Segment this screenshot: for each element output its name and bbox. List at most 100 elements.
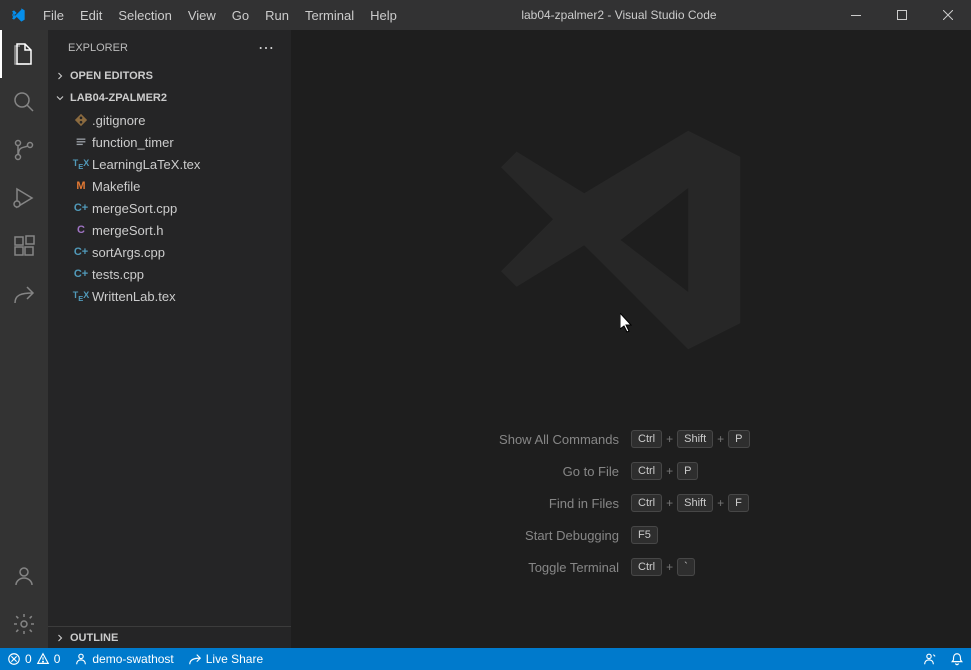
status-problems[interactable]: 0 0 [0,648,67,670]
keycap: Ctrl [631,558,662,576]
run-debug-tab[interactable] [0,174,48,222]
shortcut-row: Go to FileCtrl + P [291,462,971,480]
menu-go[interactable]: Go [224,0,257,30]
file-item[interactable]: C+sortArgs.cpp [48,241,291,263]
liveshare-tab[interactable] [0,270,48,318]
file-item[interactable]: CmergeSort.h [48,219,291,241]
explorer-tab[interactable] [0,30,48,78]
keycap: F [728,494,749,512]
accounts-tab[interactable] [0,552,48,600]
file-name: WrittenLab.tex [92,289,176,304]
menu-file[interactable]: File [35,0,72,30]
vscode-logo-icon [0,7,35,23]
file-name: LearningLaTeX.tex [92,157,200,172]
editor-area: Show All CommandsCtrl+Shift+PGo to FileC… [291,30,971,648]
titlebar: FileEditSelectionViewGoRunTerminalHelp l… [0,0,971,30]
shortcut-label: Show All Commands [321,432,631,447]
file-item[interactable]: TEXWrittenLab.tex [48,285,291,307]
menubar: FileEditSelectionViewGoRunTerminalHelp [35,0,405,30]
warnings-count: 0 [54,652,61,666]
file-type-icon: TEX [70,158,92,171]
statusbar: 0 0 demo-swathost Live Share [0,648,971,670]
menu-view[interactable]: View [180,0,224,30]
main-area: EXPLORER ⋯ OPEN EDITORS LAB04-ZPALMER2 .… [0,30,971,648]
section-label: OPEN EDITORS [70,70,153,82]
file-type-icon: C [70,224,92,236]
keycap: Ctrl [631,430,662,448]
keycap: Shift [677,494,713,512]
file-type-icon: C+ [70,246,92,258]
file-item[interactable]: MMakefile [48,175,291,197]
status-remote[interactable]: demo-swathost [67,648,180,670]
status-liveshare[interactable]: Live Share [181,648,270,670]
remote-label: demo-swathost [92,652,173,666]
file-item[interactable]: function_timer [48,131,291,153]
file-type-icon: M [70,180,92,192]
liveshare-label: Live Share [206,652,263,666]
plus-separator: + [666,560,673,574]
shortcut-keys: Ctrl+Shift+P [631,430,941,448]
menu-run[interactable]: Run [257,0,297,30]
window-title: lab04-zpalmer2 - Visual Studio Code [405,8,833,22]
menu-selection[interactable]: Selection [110,0,179,30]
menu-terminal[interactable]: Terminal [297,0,362,30]
keycap: ` [677,558,695,576]
maximize-button[interactable] [879,0,925,30]
plus-separator: + [717,496,724,510]
file-item[interactable]: TEXLearningLaTeX.tex [48,153,291,175]
window-controls [833,0,971,30]
file-name: Makefile [92,179,140,194]
file-type-icon: C+ [70,202,92,214]
menu-edit[interactable]: Edit [72,0,110,30]
keycap: P [677,462,698,480]
sidebar: EXPLORER ⋯ OPEN EDITORS LAB04-ZPALMER2 .… [48,30,291,648]
shortcut-row: Find in FilesCtrl+Shift+F [291,494,971,512]
file-item[interactable]: .gitignore [48,109,291,131]
shortcut-keys: F5 [631,526,941,544]
shortcut-keys: Ctrl + P [631,462,941,480]
chevron-right-icon [52,68,68,84]
file-item[interactable]: C+mergeSort.cpp [48,197,291,219]
search-tab[interactable] [0,78,48,126]
sidebar-title: EXPLORER [68,42,128,54]
shortcut-row: Show All CommandsCtrl+Shift+P [291,430,971,448]
file-tree: .gitignorefunction_timerTEXLearningLaTeX… [48,109,291,626]
shortcut-label: Start Debugging [321,528,631,543]
keycap: Shift [677,430,713,448]
shortcut-keys: Ctrl+Shift+F [631,494,941,512]
open-editors-section[interactable]: OPEN EDITORS [48,65,291,87]
file-item[interactable]: C+tests.cpp [48,263,291,285]
plus-separator: + [717,432,724,446]
file-name: sortArgs.cpp [92,245,165,260]
plus-separator: + [666,464,673,478]
minimize-button[interactable] [833,0,879,30]
keycap: Ctrl [631,462,662,480]
status-notifications[interactable] [943,648,971,670]
shortcut-row: Start DebuggingF5 [291,526,971,544]
extensions-tab[interactable] [0,222,48,270]
source-control-tab[interactable] [0,126,48,174]
shortcut-label: Go to File [321,464,631,479]
chevron-down-icon [52,90,68,106]
more-actions-button[interactable]: ⋯ [258,38,275,58]
keycap: F5 [631,526,658,544]
folder-section[interactable]: LAB04-ZPALMER2 [48,87,291,109]
close-button[interactable] [925,0,971,30]
shortcut-label: Find in Files [321,496,631,511]
shortcut-label: Toggle Terminal [321,560,631,575]
file-type-icon [70,135,92,149]
settings-tab[interactable] [0,600,48,648]
keycap: P [728,430,749,448]
chevron-right-icon [52,630,68,646]
sidebar-header: EXPLORER ⋯ [48,30,291,65]
file-name: function_timer [92,135,174,150]
file-name: .gitignore [92,113,145,128]
errors-count: 0 [25,652,32,666]
menu-help[interactable]: Help [362,0,405,30]
outline-section[interactable]: OUTLINE [48,626,291,648]
shortcut-row: Toggle TerminalCtrl + ` [291,558,971,576]
vscode-watermark-icon [501,110,761,373]
section-label: LAB04-ZPALMER2 [70,92,167,104]
status-feedback[interactable] [915,648,943,670]
plus-separator: + [666,496,673,510]
